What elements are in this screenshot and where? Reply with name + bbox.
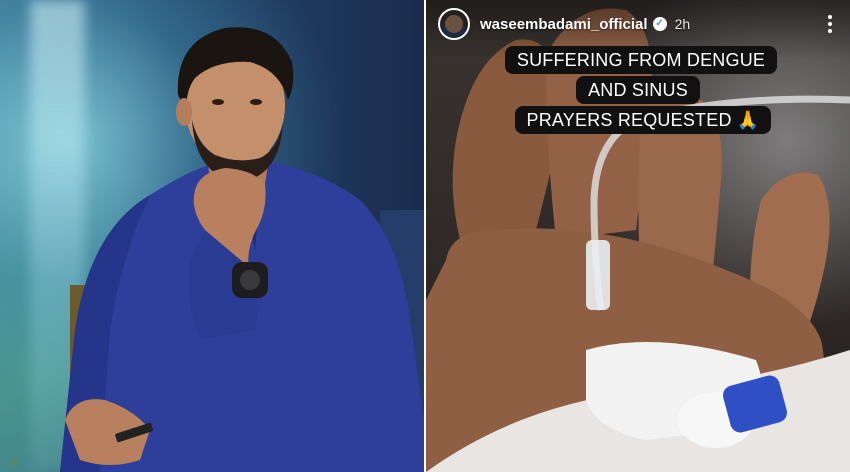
username[interactable]: waseembadami_official bbox=[480, 16, 648, 33]
avatar[interactable] bbox=[438, 8, 470, 40]
man-portrait bbox=[9, 27, 424, 472]
story-caption: SUFFERING FROM DENGUE AND SINUS PRAYERS … bbox=[426, 46, 850, 134]
story-header: waseembadami_official ✓ 2h bbox=[438, 8, 840, 40]
caption-line: PRAYERS REQUESTED 🙏 bbox=[514, 106, 772, 134]
more-vertical-icon[interactable] bbox=[820, 10, 840, 38]
story-panel: waseembadami_official ✓ 2h SUFFERING FRO… bbox=[426, 0, 850, 472]
caption-line: AND SINUS bbox=[576, 76, 700, 104]
left-photo bbox=[0, 0, 424, 472]
post-time: 2h bbox=[674, 16, 691, 32]
iv-connector bbox=[586, 240, 610, 310]
caption-line: SUFFERING FROM DENGUE bbox=[504, 46, 778, 74]
verified-badge-icon: ✓ bbox=[652, 17, 667, 31]
